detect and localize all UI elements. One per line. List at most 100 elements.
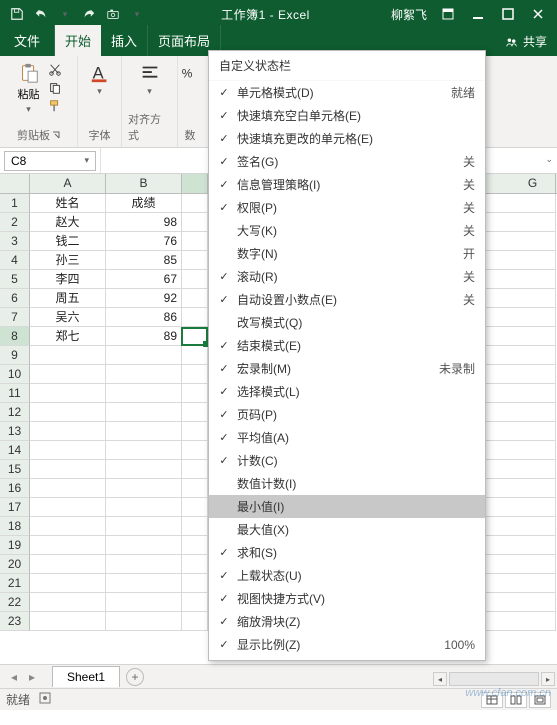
row-header[interactable]: 21 [0,574,30,593]
cell[interactable]: 92 [106,289,182,308]
row-header[interactable]: 3 [0,232,30,251]
cell[interactable] [182,517,208,536]
user-name[interactable]: 柳絮飞 [385,6,433,23]
view-normal-icon[interactable] [481,692,503,708]
cell[interactable] [510,517,556,536]
cell[interactable] [106,612,182,631]
cell[interactable] [182,441,208,460]
cell[interactable] [30,346,106,365]
select-all-corner[interactable] [0,174,30,193]
cell[interactable] [510,346,556,365]
cell[interactable] [30,517,106,536]
undo-icon[interactable] [32,5,50,23]
cell[interactable] [106,403,182,422]
col-G[interactable]: G [510,174,556,193]
align-button[interactable]: ▾ [135,60,165,99]
row-header[interactable]: 4 [0,251,30,270]
view-pagebreak-icon[interactable] [529,692,551,708]
row-header[interactable]: 23 [0,612,30,631]
cell[interactable] [30,555,106,574]
cell[interactable] [510,270,556,289]
tab-insert[interactable]: 插入 [101,25,148,56]
context-menu-item[interactable]: ✓快速填充更改的单元格(E) [209,127,485,150]
cell[interactable] [510,327,556,346]
row-header[interactable]: 15 [0,460,30,479]
cell[interactable] [182,346,208,365]
cell[interactable]: 76 [106,232,182,251]
cell[interactable]: 89 [106,327,182,346]
cell[interactable] [30,536,106,555]
cell[interactable] [182,612,208,631]
cell[interactable] [106,498,182,517]
cell[interactable] [106,460,182,479]
cell[interactable] [182,194,208,213]
cell[interactable] [510,403,556,422]
row-header[interactable]: 17 [0,498,30,517]
cell[interactable] [30,612,106,631]
cell[interactable] [510,536,556,555]
row-header[interactable]: 14 [0,441,30,460]
scroll-right-icon[interactable]: ▸ [541,672,555,686]
cell[interactable] [510,232,556,251]
cell[interactable] [30,479,106,498]
cell[interactable] [182,422,208,441]
cell[interactable] [30,498,106,517]
cell[interactable] [510,384,556,403]
context-menu-item[interactable]: ✓权限(P)关 [209,196,485,219]
ribbon-options-icon[interactable] [433,0,463,28]
dialog-launcher-icon[interactable] [52,131,60,139]
cell[interactable] [106,536,182,555]
cell[interactable] [30,593,106,612]
cell[interactable] [510,422,556,441]
horizontal-scrollbar[interactable]: ◂ ▸ [433,672,555,686]
context-menu-item[interactable]: ✓滚动(R)关 [209,265,485,288]
cell[interactable]: 孙三 [30,251,106,270]
row-header[interactable]: 7 [0,308,30,327]
save-icon[interactable] [8,5,26,23]
cell[interactable] [510,479,556,498]
context-menu-item[interactable]: ✓快速填充空白单元格(E) [209,104,485,127]
cell[interactable]: 李四 [30,270,106,289]
cell[interactable] [182,251,208,270]
cell[interactable] [182,213,208,232]
row-header[interactable]: 10 [0,365,30,384]
context-menu-item[interactable]: 最小值(I) [209,495,485,518]
row-header[interactable]: 20 [0,555,30,574]
copy-icon[interactable] [46,80,64,96]
add-sheet-button[interactable]: + [126,668,144,686]
row-header[interactable]: 9 [0,346,30,365]
col-A[interactable]: A [30,174,106,193]
cell[interactable] [106,346,182,365]
sheet-nav[interactable]: ◂▸ [6,670,40,684]
cut-icon[interactable] [46,62,64,78]
cell[interactable] [510,251,556,270]
cell[interactable]: 98 [106,213,182,232]
cell[interactable]: 周五 [30,289,106,308]
cell[interactable]: 86 [106,308,182,327]
cell[interactable] [510,213,556,232]
cell[interactable] [510,612,556,631]
context-menu-item[interactable]: 数值计数(I) [209,472,485,495]
row-header[interactable]: 11 [0,384,30,403]
cell[interactable] [106,479,182,498]
redo-icon[interactable] [80,5,98,23]
scroll-left-icon[interactable]: ◂ [433,672,447,686]
cell[interactable] [106,441,182,460]
cell[interactable]: 赵大 [30,213,106,232]
cell[interactable]: 钱二 [30,232,106,251]
cell[interactable] [510,194,556,213]
row-header[interactable]: 13 [0,422,30,441]
row-header[interactable]: 19 [0,536,30,555]
formula-expand-icon[interactable]: ⌄ [545,154,553,165]
paste-dropdown-icon[interactable]: ▾ [26,104,31,115]
context-menu-item[interactable]: 最大值(X) [209,518,485,541]
qat-more-icon[interactable]: ▾ [128,5,146,23]
col-C-partial[interactable] [182,174,208,193]
cell[interactable] [182,593,208,612]
cell[interactable] [510,498,556,517]
cell[interactable] [182,308,208,327]
name-box[interactable]: C8 ▾ [4,151,96,171]
cell[interactable] [510,289,556,308]
cell[interactable] [182,270,208,289]
cell[interactable]: 郑七 [30,327,106,346]
